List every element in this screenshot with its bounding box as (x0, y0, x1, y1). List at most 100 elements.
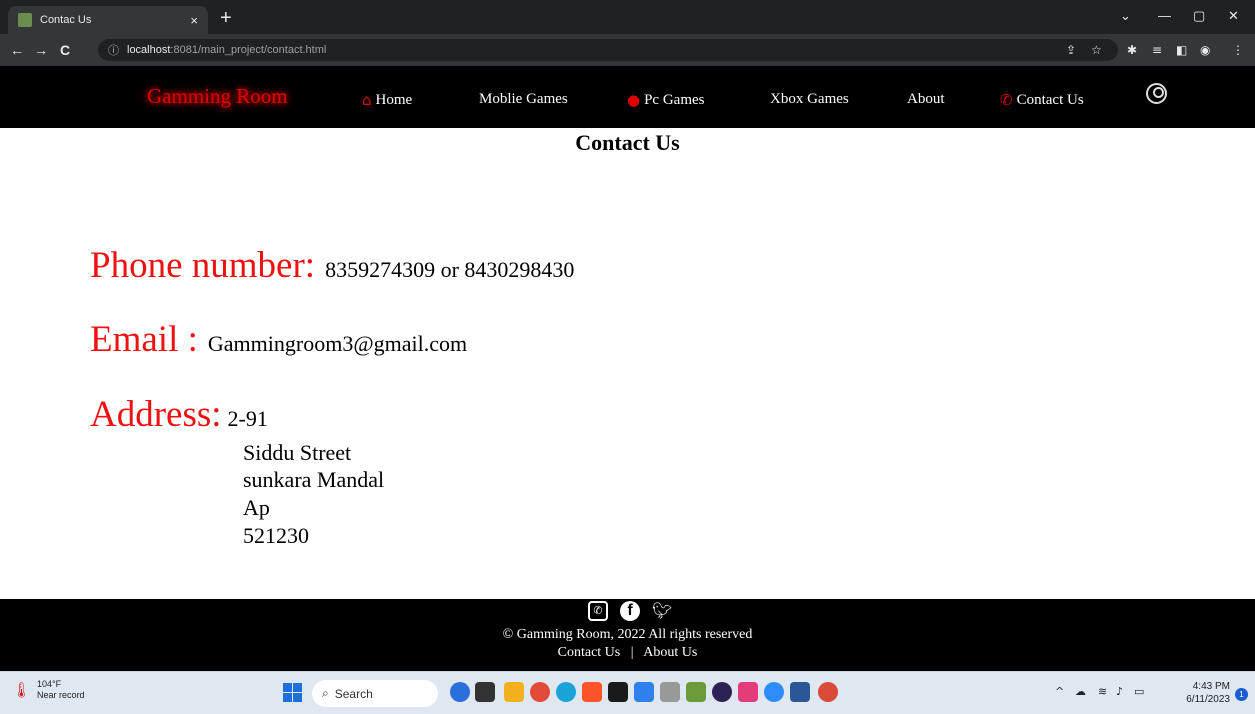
address-bar[interactable]: ⓘ localhost :8081/main_project/contact.h… (98, 39, 1118, 61)
user-account-icon[interactable] (1146, 83, 1167, 104)
address-line-2: Siddu Street (243, 440, 352, 465)
email-label: Email : (90, 319, 198, 360)
forward-button[interactable]: → (34, 42, 48, 58)
weather-widget[interactable]: 🌡︎ 104°F Near record (12, 679, 85, 701)
address-row: Address: 2-91 (90, 393, 268, 436)
back-button[interactable]: ← (10, 42, 24, 58)
phone-icon: ✆ (1000, 91, 1013, 109)
tab-close-button[interactable]: × (190, 13, 198, 28)
chrome-app-icon[interactable] (530, 682, 550, 702)
copyright-text: © Gamming Room, 2022 All rights reserved (502, 627, 753, 642)
email-value: Gammingroom3@gmail.com (207, 331, 468, 356)
thermometer-icon: 🌡︎ (12, 681, 32, 699)
nav-pc-games-label: Pc Games (644, 91, 705, 108)
side-panel-icon[interactable]: ◧ (1176, 43, 1187, 57)
pycharm-app-icon[interactable] (608, 682, 628, 702)
search-icon: ⌕ (322, 686, 329, 700)
taskbar-search-label: Search (334, 686, 373, 701)
browser-toolbar: ← → C ⓘ localhost :8081/main_project/con… (0, 34, 1255, 66)
minimize-button[interactable]: — (1158, 8, 1171, 23)
system-clock[interactable]: 4:43 PM 6/11/2023 (1180, 680, 1230, 706)
address-line-5: 521230 (243, 523, 309, 548)
site-footer: ✆ f 🐦︎ © Gamming Room, 2022 All rights r… (0, 599, 1255, 671)
phone-row: Phone number: 8359274309 or 8430298430 (90, 244, 574, 287)
profile-avatar-icon[interactable]: ◉ (1200, 43, 1210, 57)
bing-app-icon[interactable] (450, 682, 470, 702)
edge-app-icon[interactable] (556, 682, 576, 702)
clock-time: 4:43 PM (1192, 681, 1230, 692)
nav-mobile-games-label: Moblie Games (479, 91, 568, 107)
weather-desc: Near record (37, 690, 85, 700)
facebook-icon[interactable]: f (620, 601, 640, 621)
footer-separator: | (630, 645, 634, 660)
nav-contact-us-label: Contact Us (1016, 91, 1084, 108)
home-icon: ⌂ (362, 91, 372, 109)
phone-label: Phone number: (90, 245, 316, 286)
close-window-button[interactable]: ✕ (1228, 8, 1239, 24)
address-label: Address: (90, 394, 222, 435)
tab-search-icon[interactable]: ⌄ (1120, 8, 1131, 24)
reading-list-icon[interactable]: ≡ (1152, 43, 1162, 57)
battery-icon[interactable]: ▭ (1134, 685, 1144, 698)
os-taskbar: 🌡︎ 104°F Near record ⌕ Search ^ ☁ ≋ ♪ ▭ … (0, 671, 1255, 714)
nav-mobile-games[interactable]: Moblie Games (479, 91, 568, 108)
url-path: :8081/main_project/contact.html (170, 44, 327, 56)
weather-temp: 104°F (37, 679, 62, 689)
browser-tab[interactable]: Contac Us × (8, 6, 208, 34)
clock-date: 6/11/2023 (1186, 694, 1230, 705)
database-app-icon[interactable] (660, 682, 680, 702)
nav-about[interactable]: About (907, 91, 945, 108)
phone-value: 8359274309 or 8430298430 (325, 257, 575, 282)
nav-home-label: Home (375, 91, 413, 108)
wifi-icon[interactable]: ≋ (1098, 685, 1107, 698)
footer-contact-link[interactable]: Contact Us (558, 645, 621, 660)
footer-about-link[interactable]: About Us (643, 645, 697, 660)
onedrive-icon[interactable]: ☁ (1075, 685, 1086, 698)
reload-button[interactable]: C (60, 42, 70, 58)
nav-home[interactable]: ⌂ Home (362, 91, 412, 109)
brand-logo[interactable]: Gamming Room (147, 84, 288, 109)
nav-xbox-games-label: Xbox Games (770, 91, 849, 107)
browser-menu-icon[interactable]: ⋮ (1232, 43, 1244, 57)
browser-tab-strip: Contac Us × + ⌄ — ▢ ✕ (0, 0, 1255, 34)
page-title: Contact Us (575, 130, 680, 155)
site-info-icon[interactable]: ⓘ (108, 42, 119, 58)
start-button-icon[interactable] (283, 683, 302, 702)
chrome-active-app-icon[interactable] (818, 682, 838, 702)
twitter-icon[interactable]: 🐦︎ (652, 601, 672, 621)
new-tab-button[interactable]: + (220, 8, 232, 28)
extensions-icon[interactable]: ✱ (1127, 43, 1137, 57)
tab-title: Contac Us (40, 14, 92, 26)
site-navbar: Gamming Room ⌂ Home Moblie Games ● Pc Ga… (0, 66, 1255, 128)
tray-chevron-icon[interactable]: ^ (1055, 685, 1064, 698)
taskview-app-icon[interactable] (475, 682, 495, 702)
zoom-app-icon[interactable] (764, 682, 784, 702)
brave-app-icon[interactable] (582, 682, 602, 702)
share-icon[interactable]: ⇪ (1066, 43, 1076, 57)
nav-contact-us[interactable]: ✆ Contact Us (1000, 91, 1084, 109)
taskbar-search[interactable]: ⌕ Search (312, 680, 438, 707)
file-explorer-icon[interactable] (504, 682, 524, 702)
notification-badge[interactable]: 1 (1235, 688, 1248, 701)
nav-pc-games[interactable]: ● Pc Games (627, 91, 705, 109)
footer-links: Contact Us | About Us (0, 645, 1255, 661)
whatsapp-icon[interactable]: ✆ (588, 601, 608, 621)
volume-icon[interactable]: ♪ (1116, 685, 1123, 698)
word-app-icon[interactable] (790, 682, 810, 702)
bookmark-star-icon[interactable]: ☆ (1091, 43, 1102, 57)
vscode-app-icon[interactable] (634, 682, 654, 702)
address-line-4: Ap (243, 495, 270, 520)
address-line-3: sunkara Mandal (243, 467, 385, 492)
restore-button[interactable]: ▢ (1193, 8, 1205, 24)
url-host: localhost (127, 44, 171, 56)
site-favicon-icon (18, 13, 32, 27)
social-links: ✆ f 🐦︎ (588, 601, 672, 621)
eclipse-app-icon[interactable] (712, 682, 732, 702)
nav-about-label: About (907, 91, 945, 107)
gamepad-icon: ● (627, 91, 641, 109)
email-row: Email : Gammingroom3@gmail.com (90, 318, 467, 361)
nav-xbox-games[interactable]: Xbox Games (770, 91, 849, 108)
notepad-app-icon[interactable] (686, 682, 706, 702)
address-line-1: 2-91 (227, 406, 268, 431)
store-app-icon[interactable] (738, 682, 758, 702)
